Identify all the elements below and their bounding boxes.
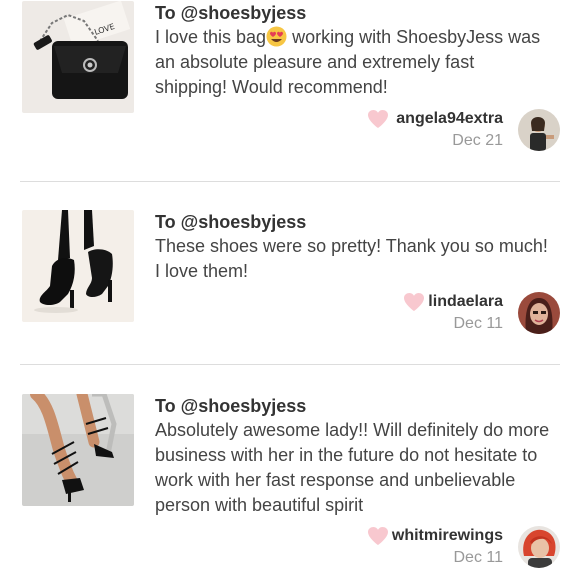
recipient-label: To @shoesbyjess [155,3,307,23]
product-thumbnail[interactable] [22,210,134,322]
heart-icon[interactable] [367,109,389,129]
boots-photo [22,210,134,322]
strappy-heels-photo [22,394,134,506]
heart-eyes-emoji-icon [266,26,287,47]
reviewer-avatar[interactable] [518,526,560,568]
heart-icon[interactable] [403,292,425,312]
review-message: I love this bag working with ShoesbyJess… [155,25,550,100]
product-thumbnail[interactable]: LOVE [22,1,134,113]
recipient-label: To @shoesbyjess [155,396,307,416]
heart-icon[interactable] [367,526,389,546]
reviewer-username[interactable]: whitmirewings [392,526,503,546]
review-card: LOVE To @shoesbyjess I love this bag wor… [0,0,580,180]
review-date: Dec 11 [453,549,503,566]
review-card: To @shoesbyjess These shoes were so pret… [0,182,580,364]
review-date: Dec 11 [453,315,503,332]
reviewer-username[interactable]: lindaelara [428,292,503,312]
bag-photo: LOVE [22,1,134,113]
review-message-part1: I love this bag [155,27,267,47]
recipient-label: To @shoesbyjess [155,212,307,232]
reviewer-avatar[interactable] [518,292,560,334]
review-message: Absolutely awesome lady!! Will definitel… [155,420,550,515]
review-card: To @shoesbyjess Absolutely awesome lady!… [0,365,580,579]
product-thumbnail[interactable] [22,394,134,506]
reviewer-username[interactable]: angela94extra [396,109,503,129]
review-date: Dec 21 [452,132,503,149]
reviewer-avatar[interactable] [518,109,560,151]
review-message: These shoes were so pretty! Thank you so… [155,236,548,281]
